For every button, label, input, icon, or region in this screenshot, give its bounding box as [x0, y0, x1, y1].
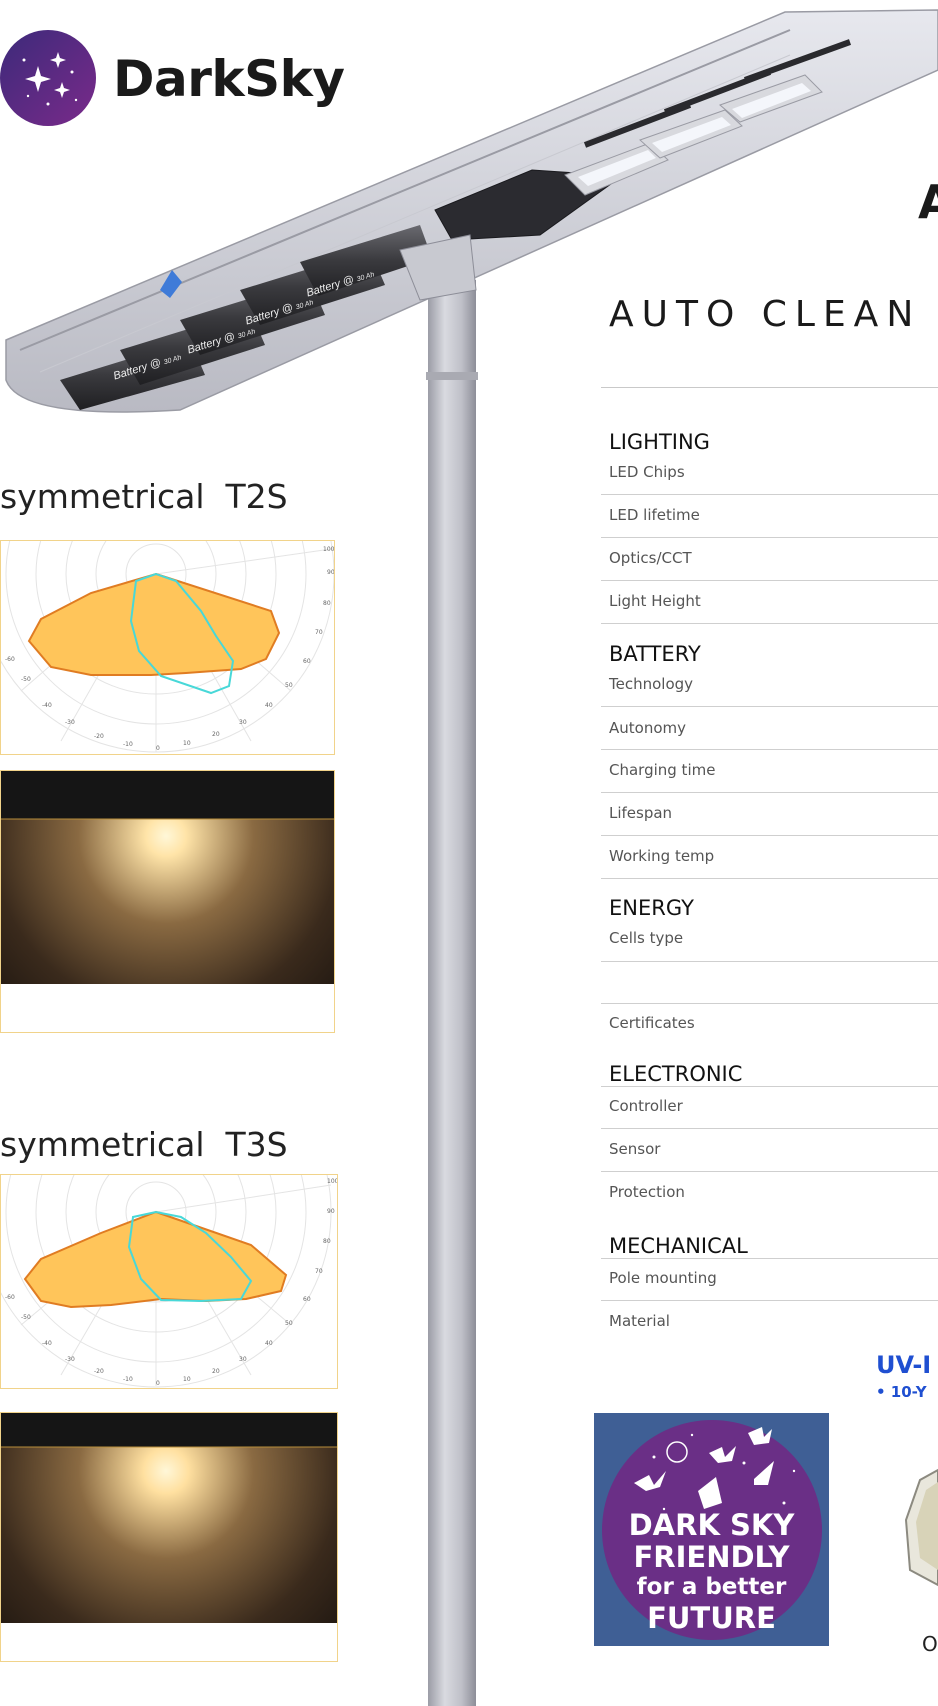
svg-text:-20: -20 — [94, 1368, 104, 1375]
beam-render-t3s — [0, 1412, 338, 1662]
svg-text:90: 90 — [327, 569, 334, 576]
row-divider — [601, 878, 938, 879]
spec-row-label: Optics/CCT — [609, 549, 692, 567]
row-divider — [601, 706, 938, 707]
svg-text:-50: -50 — [21, 1314, 31, 1321]
spec-row-label: Sensor — [609, 1140, 661, 1158]
row-divider — [601, 1128, 938, 1129]
brand-name: DarkSky — [113, 50, 345, 108]
badge-line3: for a better — [636, 1574, 787, 1600]
row-divider — [601, 835, 938, 836]
spec-row-label: Working temp — [609, 847, 715, 865]
polar-diagram-t2s: 100 90 80 70 60 50 40 30 20 10 0 -10 -20… — [0, 395, 335, 755]
uv-banner-title: UV-I — [876, 1351, 932, 1379]
row-divider — [601, 580, 938, 581]
row-divider — [601, 623, 938, 624]
row-divider — [601, 537, 938, 538]
svg-text:-30: -30 — [65, 719, 75, 726]
badge-line2: FRIENDLY — [633, 1540, 790, 1574]
svg-text:100: 100 — [323, 546, 334, 553]
row-divider — [601, 749, 938, 750]
svg-text:80: 80 — [323, 600, 331, 607]
polar-diagram-t3s: 100 90 80 70 60 50 40 30 20 10 0 -10 -20… — [0, 1036, 339, 1389]
spec-row-label: Autonomy — [609, 719, 686, 737]
svg-text:70: 70 — [315, 1268, 323, 1275]
svg-text:0: 0 — [156, 745, 160, 752]
svg-text:-10: -10 — [123, 1376, 133, 1383]
row-divider — [601, 792, 938, 793]
spec-row-label: Lifespan — [609, 804, 673, 822]
distribution-title-t3s: symmetrical T3S — [0, 1125, 288, 1164]
product-subtitle: AUTO CLEAN S — [609, 294, 938, 335]
svg-text:60: 60 — [303, 1296, 311, 1303]
spec-row-label: Technology — [609, 675, 694, 693]
spec-row-label: Cells type — [609, 929, 684, 947]
svg-text:30: 30 — [239, 1356, 247, 1363]
badge-line1: DARK SKY — [628, 1508, 795, 1542]
svg-text:-50: -50 — [21, 676, 31, 683]
svg-text:10: 10 — [183, 740, 191, 747]
row-divider — [601, 961, 938, 962]
spec-row-label: Light Height — [609, 592, 701, 610]
title-divider — [601, 387, 938, 388]
svg-text:40: 40 — [265, 702, 273, 709]
svg-text:100: 100 — [327, 1178, 337, 1185]
svg-text:-40: -40 — [42, 1340, 52, 1347]
section-title-mechanical: MECHANICAL — [609, 1234, 748, 1258]
module-image — [904, 1468, 938, 1587]
row-divider — [601, 1258, 938, 1259]
svg-text:0: 0 — [156, 1380, 160, 1387]
row-divider — [601, 494, 938, 495]
row-divider — [601, 1086, 938, 1087]
uv-banner-subtitle: • 10-Y — [876, 1383, 927, 1401]
svg-text:20: 20 — [212, 1368, 220, 1375]
row-divider — [601, 1300, 938, 1301]
svg-text:20: 20 — [212, 731, 220, 738]
row-divider — [601, 1171, 938, 1172]
section-title-electronic: ELECTRONIC — [609, 1062, 743, 1086]
spec-row-label: Certificates — [609, 1014, 695, 1032]
svg-text:90: 90 — [327, 1208, 335, 1215]
product-title: A — [918, 175, 938, 229]
spec-row-label: LED Chips — [609, 463, 685, 481]
svg-text:10: 10 — [183, 1376, 191, 1383]
dark-sky-friendly-badge: DARK SKY FRIENDLY for a better FUTURE — [594, 1413, 829, 1646]
svg-text:-10: -10 — [123, 741, 133, 748]
spec-row-label: Material — [609, 1312, 670, 1330]
svg-text:-30: -30 — [65, 1356, 75, 1363]
section-title-battery: BATTERY — [609, 642, 701, 666]
badge-line4: FUTURE — [647, 1601, 776, 1635]
spec-row-label: LED lifetime — [609, 506, 700, 524]
bottom-caption: O — [922, 1632, 938, 1656]
svg-text:60: 60 — [303, 658, 311, 665]
svg-text:-60: -60 — [5, 1294, 15, 1301]
battery-label-1: Battery @ 30 Ah — [112, 354, 183, 383]
battery-label-4: Battery @ 30 Ah — [305, 271, 376, 300]
svg-text:40: 40 — [265, 1340, 273, 1347]
spec-row-label: Charging time — [609, 761, 716, 779]
section-title-energy: ENERGY — [609, 896, 694, 920]
battery-label-2: Battery @ 30 Ah — [186, 328, 257, 357]
spec-row-label: Pole mounting — [609, 1269, 717, 1287]
svg-text:-20: -20 — [94, 733, 104, 740]
beam-render-t2s — [0, 770, 335, 1033]
svg-text:80: 80 — [323, 1238, 331, 1245]
svg-text:70: 70 — [315, 629, 323, 636]
svg-text:50: 50 — [285, 682, 293, 689]
section-title-lighting: LIGHTING — [609, 430, 710, 454]
svg-text:-40: -40 — [42, 702, 52, 709]
svg-text:30: 30 — [239, 719, 247, 726]
svg-text:-60: -60 — [5, 656, 15, 663]
distribution-title-t2s: symmetrical T2S — [0, 477, 288, 516]
spec-row-label: Protection — [609, 1183, 685, 1201]
battery-label-3: Battery @ 30 Ah — [244, 299, 315, 328]
stars-icon — [0, 30, 96, 126]
spec-row-label: Controller — [609, 1097, 683, 1115]
row-divider — [601, 1003, 938, 1004]
svg-text:50: 50 — [285, 1320, 293, 1327]
